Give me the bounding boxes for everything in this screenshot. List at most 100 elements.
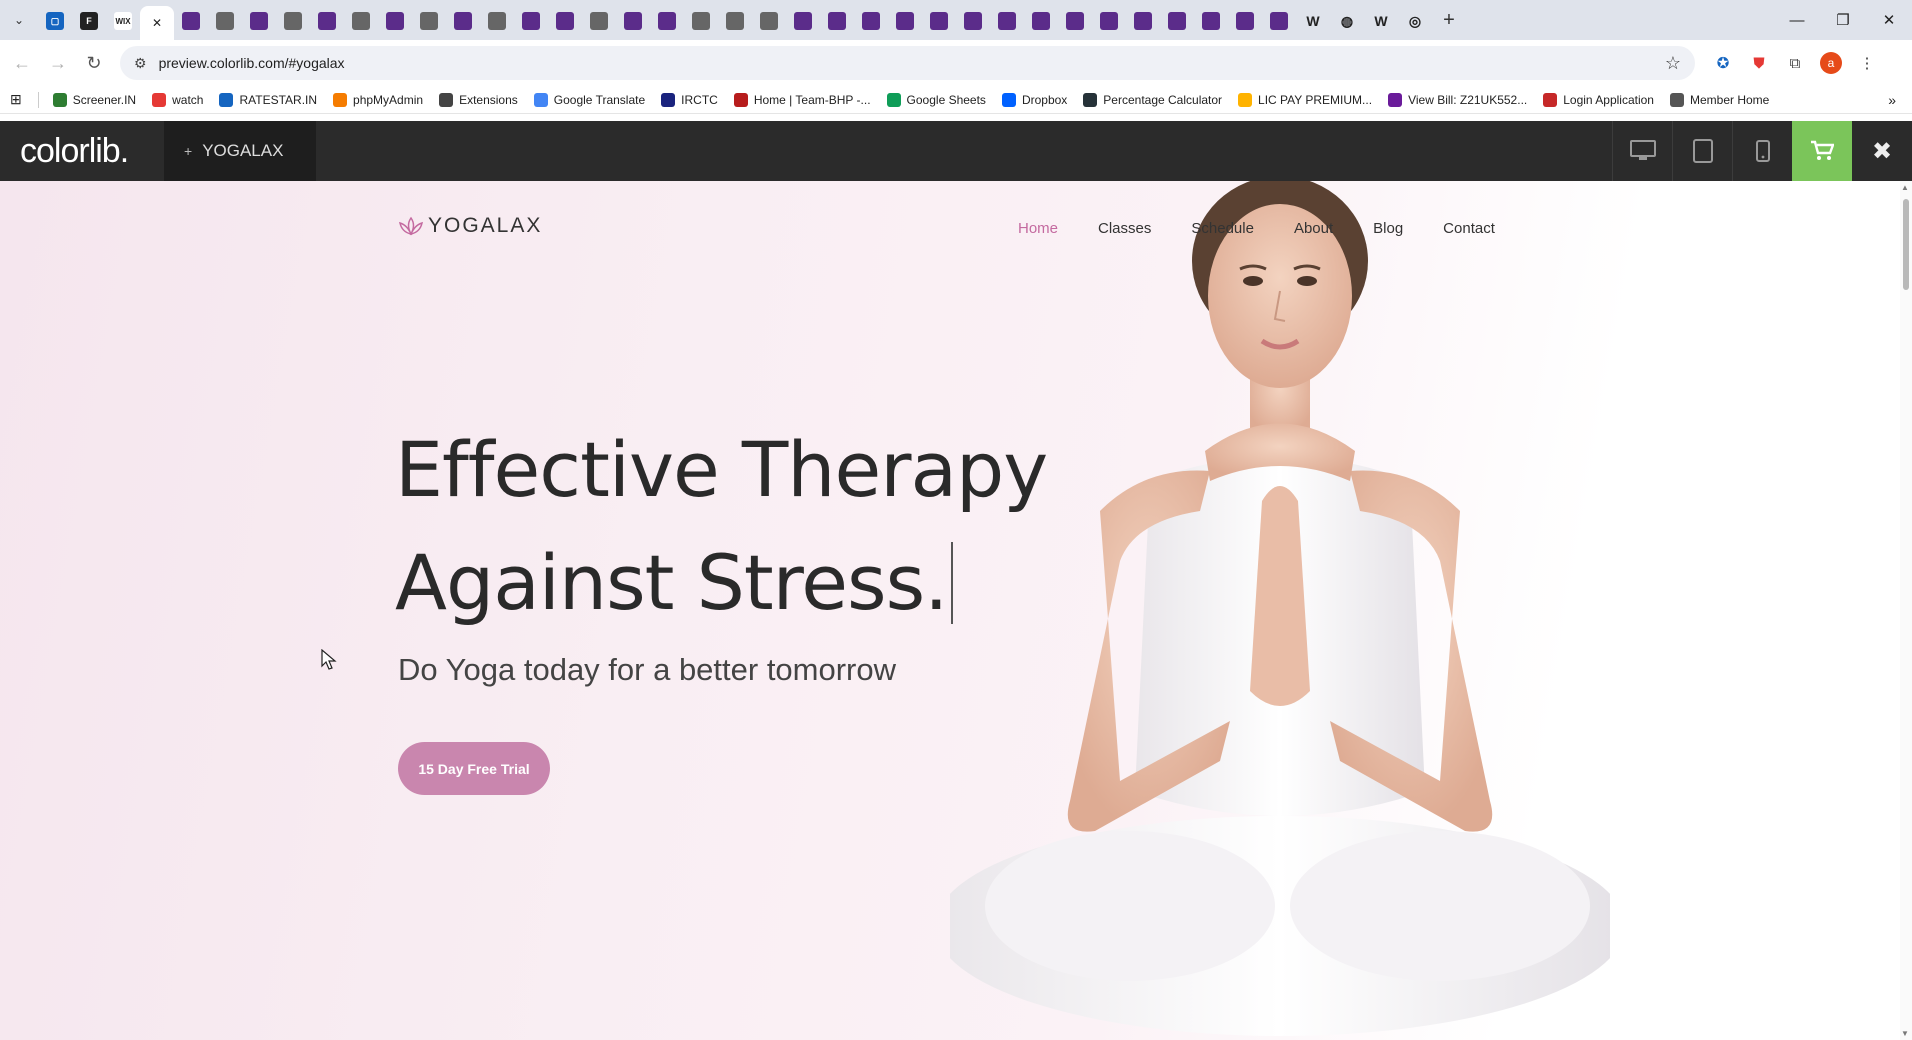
free-trial-button[interactable]: 15 Day Free Trial [398,742,550,795]
new-tab-button[interactable]: + [1432,9,1466,32]
tab-item[interactable] [922,6,956,36]
tab-item[interactable] [1194,6,1228,36]
bookmark-item[interactable]: Member Home [1669,92,1769,107]
nav-classes[interactable]: Classes [1098,220,1151,237]
extension-icon[interactable]: ✪ [1705,45,1741,81]
bookmark-item[interactable]: LIC PAY PREMIUM... [1238,92,1373,107]
bookmark-item[interactable]: Login Application [1543,92,1654,107]
tab-item[interactable] [480,6,514,36]
tab-item[interactable] [514,6,548,36]
tab-item[interactable]: ▢ [38,6,72,36]
tab-favicon [1134,12,1152,30]
bookmark-item[interactable]: Percentage Calculator [1083,92,1222,107]
bookmark-item[interactable]: Extensions [439,92,518,107]
tab-item[interactable] [1058,6,1092,36]
bookmark-item[interactable]: Google Translate [533,92,645,107]
tab-item[interactable] [1228,6,1262,36]
bookmark-item[interactable]: Home | Team-BHP -... [733,92,871,107]
apps-grid-icon[interactable]: ⊞ [10,91,22,108]
tab-search-button[interactable]: ⌄ [0,0,38,40]
tab-item[interactable] [1160,6,1194,36]
more-bookmarks-icon[interactable]: » [1888,92,1896,108]
tab-item[interactable] [956,6,990,36]
tab-item[interactable] [446,6,480,36]
plus-icon: + [184,143,193,159]
tab-item[interactable] [990,6,1024,36]
menu-dots-icon[interactable]: ⋮ [1849,45,1885,81]
scroll-up-icon[interactable]: ▲ [1901,183,1909,192]
scrollbar-thumb[interactable] [1903,199,1909,290]
shield-extension-icon[interactable]: ⛊ [1741,45,1777,81]
close-tab-icon[interactable]: ✕ [152,16,162,30]
tab-item[interactable] [548,6,582,36]
tab-item[interactable] [208,6,242,36]
bookmark-item[interactable]: Google Sheets [886,92,986,107]
bookmark-item[interactable]: RATESTAR.IN [219,92,317,107]
tab-item[interactable]: W [1296,6,1330,36]
tab-item[interactable] [616,6,650,36]
tab-item[interactable] [888,6,922,36]
tab-item[interactable] [378,6,412,36]
nav-schedule[interactable]: Schedule [1191,220,1254,237]
close-window-icon[interactable]: ✕ [1866,0,1912,40]
tab-item[interactable] [684,6,718,36]
bookmark-item[interactable]: phpMyAdmin [333,92,423,107]
nav-blog[interactable]: Blog [1373,220,1403,237]
minimize-icon[interactable]: — [1774,0,1820,40]
extensions-puzzle-icon[interactable]: ⧉ [1777,45,1813,81]
tablet-view-icon[interactable] [1672,121,1732,181]
bookmark-star-icon[interactable]: ☆ [1665,53,1681,74]
scroll-down-icon[interactable]: ▼ [1901,1029,1909,1038]
tab-item[interactable] [786,6,820,36]
bookmark-item[interactable]: IRCTC [661,92,718,107]
page-scrollbar[interactable]: ▲ ▼ [1900,181,1912,1040]
site-info-icon[interactable]: ⚙ [134,55,147,72]
tab-item[interactable]: ◎ [1398,6,1432,36]
bookmark-label: LIC PAY PREMIUM... [1258,92,1373,107]
forward-icon[interactable]: → [40,45,76,81]
tab-item[interactable] [718,6,752,36]
nav-about[interactable]: About [1294,220,1333,237]
tab-item[interactable] [174,6,208,36]
address-bar[interactable]: ⚙ preview.colorlib.com/#yogalax ☆ [120,46,1695,80]
tab-favicon [250,12,268,30]
bookmark-item[interactable]: View Bill: Z21UK552... [1388,92,1527,107]
tab-item[interactable]: F [72,6,106,36]
cart-icon[interactable] [1792,121,1852,181]
reload-icon[interactable]: ↻ [76,45,112,81]
nav-contact[interactable]: Contact [1443,220,1495,237]
mobile-view-icon[interactable] [1732,121,1792,181]
tab-item[interactable] [344,6,378,36]
profile-avatar[interactable]: a [1813,45,1849,81]
desktop-view-icon[interactable] [1612,121,1672,181]
tab-item[interactable] [752,6,786,36]
tab-item[interactable] [650,6,684,36]
tab-item[interactable] [582,6,616,36]
tab-item[interactable] [1024,6,1058,36]
tab-item-active[interactable]: ✕ [140,6,174,40]
bookmark-item[interactable]: Dropbox [1001,92,1067,107]
tab-item[interactable]: ◍ [1330,6,1364,36]
close-preview-icon[interactable]: ✖ [1852,121,1912,181]
tab-item[interactable] [854,6,888,36]
site-logo[interactable]: YOGALAX [398,214,542,238]
tab-item[interactable] [1092,6,1126,36]
tab-item[interactable]: W [1364,6,1398,36]
tab-item[interactable] [242,6,276,36]
tab-favicon [760,12,778,30]
nav-home[interactable]: Home [1018,220,1058,237]
bookmark-item[interactable]: watch [152,92,203,107]
tab-item[interactable] [412,6,446,36]
tab-item[interactable] [820,6,854,36]
tab-item[interactable] [1126,6,1160,36]
tab-item[interactable] [1262,6,1296,36]
bookmark-item[interactable]: Screener.IN [52,92,136,107]
tab-item[interactable]: WIX [106,6,140,36]
tab-item[interactable] [310,6,344,36]
tab-item[interactable] [276,6,310,36]
colorlib-logo[interactable]: colorlib. [0,121,164,181]
theme-selector[interactable]: + YOGALAX [164,121,316,181]
bookmark-favicon-icon [333,92,348,107]
restore-icon[interactable]: ❐ [1820,0,1866,40]
back-icon[interactable]: ← [4,45,40,81]
